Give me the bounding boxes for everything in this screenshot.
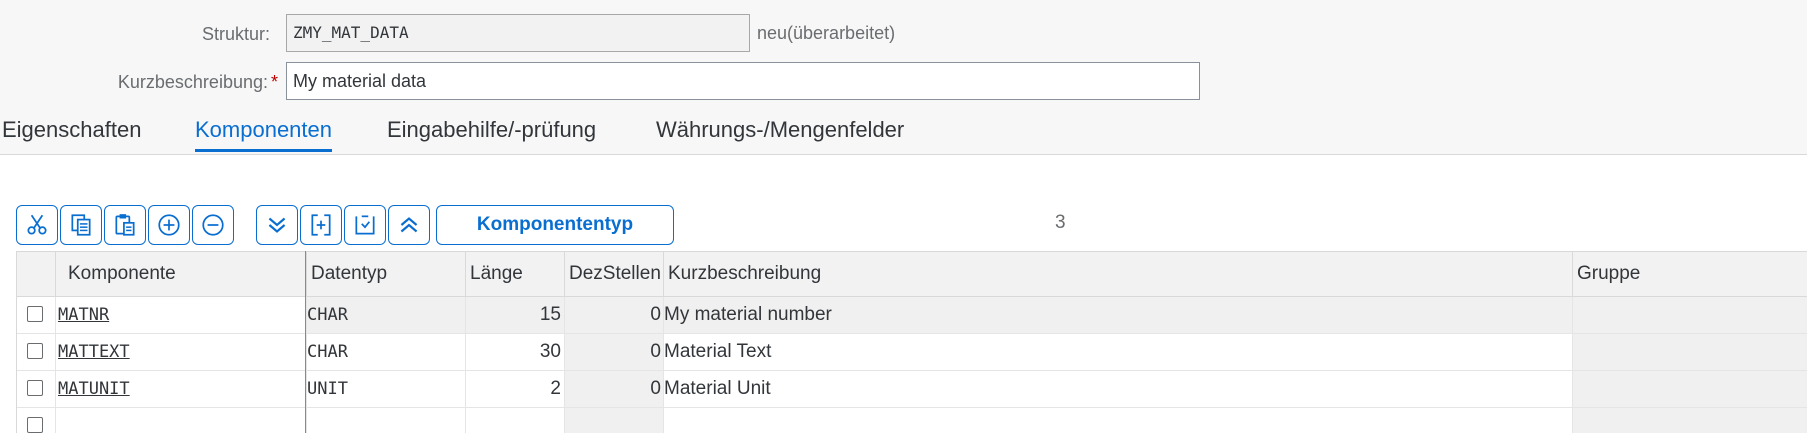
datentyp-cell[interactable]: CHAR [306,334,465,370]
select-all-column[interactable] [17,252,55,296]
row-count: 3 [1055,212,1066,233]
laenge-cell[interactable]: 30 [465,334,564,370]
kurzbeschreibung-label: Kurzbeschreibung: [117,72,268,92]
scroll-top-button[interactable] [388,205,430,245]
struktur-status: neu(überarbeitet) [757,23,896,43]
struktur-field: ZMY_MAT_DATA [286,14,750,52]
table-row: MATNR CHAR 15 0 My material number [17,297,1807,334]
column-komponente[interactable]: Komponente [55,252,305,296]
components-panel: Komponententyp 3 Komponente Datentyp Län… [0,155,1807,433]
dezstellen-cell[interactable]: 0 [564,371,663,407]
insert-row-icon [158,214,180,236]
tab-eigenschaften[interactable]: Eigenschaften [2,108,141,152]
column-datentyp[interactable]: Datentyp [306,252,465,296]
append-row-icon [311,214,331,236]
select-block-button[interactable] [344,205,386,245]
komponententyp-button[interactable]: Komponententyp [436,205,674,245]
tab-komponenten[interactable]: Komponenten [195,108,332,152]
dezstellen-cell[interactable]: 0 [564,334,663,370]
kurzbeschreibung-cell[interactable] [663,408,1572,433]
row-select-checkbox[interactable] [27,417,43,433]
kurzbeschreibung-row: Kurzbeschreibung: * [0,62,1807,102]
kurzbeschreibung-input[interactable] [286,62,1200,100]
table-row: MATUNIT UNIT 2 0 Material Unit [17,371,1807,408]
scroll-top-icon [400,217,418,233]
select-block-icon [355,215,375,235]
row-select-checkbox[interactable] [27,343,43,359]
delete-row-icon [202,214,224,236]
cut-icon [27,214,47,235]
paste-icon [115,214,135,236]
tab-waehrungsfelder[interactable]: Währungs-/Mengenfelder [656,108,904,152]
append-row-button[interactable] [300,205,342,245]
copy-button[interactable] [60,205,102,245]
grid-header: Komponente Datentyp Länge DezStellen Kur… [17,251,1807,297]
row-select-checkbox[interactable] [27,380,43,396]
struktur-row: Struktur: ZMY_MAT_DATA neu(überarbeitet) [0,14,1807,54]
kurzbeschreibung-cell[interactable]: Material Unit [663,371,1572,407]
dezstellen-cell[interactable]: 0 [564,297,663,333]
kurzbeschreibung-cell[interactable]: Material Text [663,334,1572,370]
gruppe-cell[interactable] [1572,334,1807,370]
komponente-link[interactable]: MATTEXT [55,334,305,370]
laenge-cell[interactable]: 15 [465,297,564,333]
tab-bar: Eigenschaften Komponenten Eingabehilfe/-… [0,108,1807,155]
komponente-input[interactable] [55,408,305,433]
kurzbeschreibung-label-wrap: Kurzbeschreibung: * [118,62,278,102]
datentyp-cell[interactable] [306,408,465,433]
paste-button[interactable] [104,205,146,245]
column-laenge[interactable]: Länge [465,252,564,296]
delete-row-button[interactable] [192,205,234,245]
datentyp-cell[interactable]: CHAR [306,297,465,333]
komponente-link[interactable]: MATNR [55,297,305,333]
laenge-cell[interactable] [465,408,564,433]
dezstellen-cell[interactable] [564,408,663,433]
laenge-cell[interactable]: 2 [465,371,564,407]
datentyp-cell[interactable]: UNIT [306,371,465,407]
row-select-checkbox[interactable] [27,306,43,322]
tab-eingabehilfe[interactable]: Eingabehilfe/-prüfung [387,108,596,152]
header-area: Struktur: ZMY_MAT_DATA neu(überarbeitet)… [0,0,1807,155]
scroll-bottom-button[interactable] [256,205,298,245]
column-gruppe[interactable]: Gruppe [1572,252,1807,296]
column-kurzbeschreibung[interactable]: Kurzbeschreibung [663,252,1572,296]
components-grid: Komponente Datentyp Länge DezStellen Kur… [16,251,1807,433]
table-row [17,408,1807,433]
struktur-label: Struktur: [201,24,270,44]
kurzbeschreibung-cell[interactable]: My material number [663,297,1572,333]
column-dezstellen[interactable]: DezStellen [564,252,663,296]
gruppe-cell[interactable] [1572,297,1807,333]
table-row: MATTEXT CHAR 30 0 Material Text [17,334,1807,371]
required-marker: * [270,72,278,92]
gruppe-cell[interactable] [1572,371,1807,407]
scroll-bottom-icon [268,217,286,233]
frozen-column-divider[interactable] [305,251,306,433]
komponente-link[interactable]: MATUNIT [55,371,305,407]
cut-button[interactable] [16,205,58,245]
copy-icon [71,214,91,236]
gruppe-cell[interactable] [1572,408,1807,433]
insert-row-button[interactable] [148,205,190,245]
